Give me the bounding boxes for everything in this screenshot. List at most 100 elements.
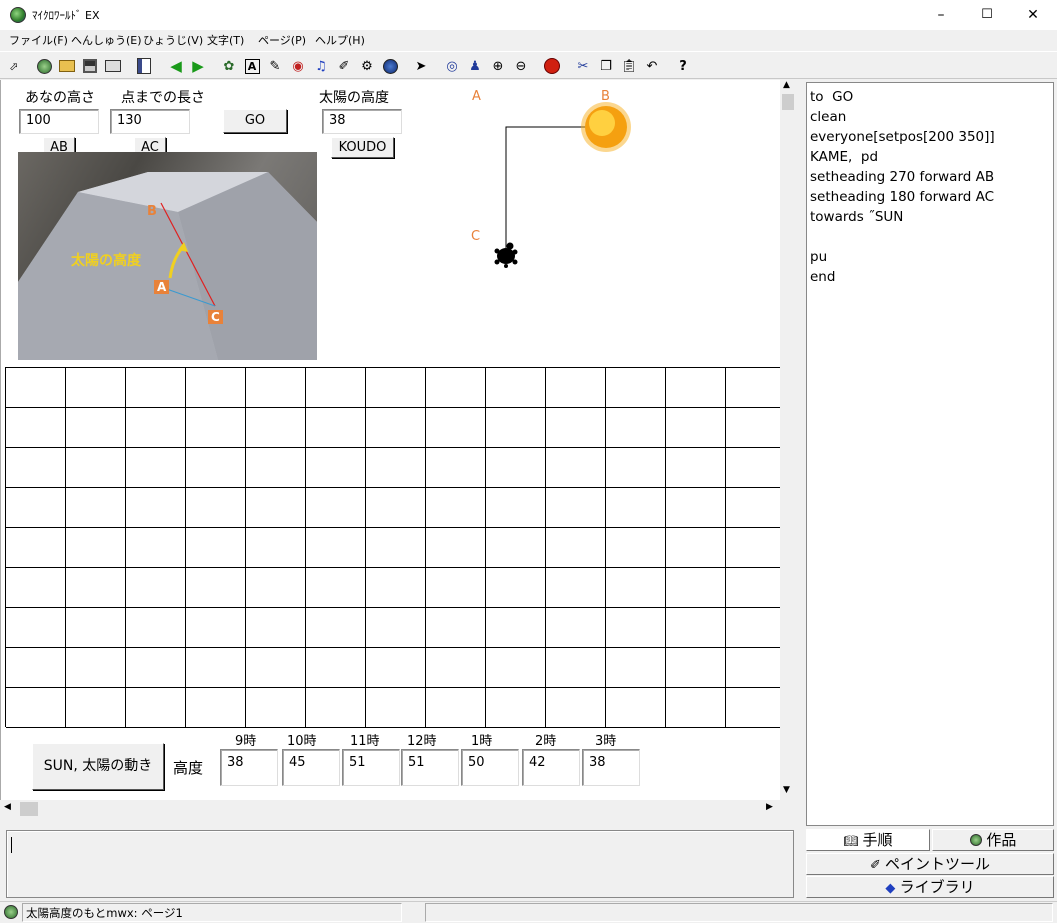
zoom-in-icon[interactable]: ⊕ [488,56,508,76]
tab-paint-tool[interactable]: ✐ ペイントツール [806,853,1054,875]
grid-cell [426,648,486,688]
help-icon[interactable]: ? [673,56,693,76]
grid-cell [486,488,546,528]
grid-cell [126,568,186,608]
grid-cell [606,368,666,408]
turtle-icon[interactable]: ✿ [219,56,239,76]
globe-icon[interactable] [34,56,54,76]
menu-page[interactable]: ページ(P) [258,32,306,48]
save-icon[interactable] [80,56,100,76]
scissors-icon[interactable]: ✂ [573,56,593,76]
zoom-out-icon[interactable]: ⊖ [511,56,531,76]
grid-cell [6,448,66,488]
tab-works[interactable]: 作品 [932,829,1054,851]
grid-cell [606,608,666,648]
pointer-icon[interactable]: ➤ [411,56,431,76]
print-icon[interactable] [103,56,123,76]
menu-help[interactable]: ヘルプ(H) [315,32,365,48]
vertical-scroll-thumb[interactable] [782,94,794,110]
grid-cell [486,528,546,568]
eye-icon[interactable]: ◎ [442,56,462,76]
grid-cell [186,488,246,528]
hour-label: 12時 [407,734,437,749]
grid-cell [186,568,246,608]
grid-cell [66,648,126,688]
pen-icon[interactable]: ✎ [265,56,285,76]
koudo-button[interactable]: KOUDO [331,137,394,158]
message-box[interactable] [6,830,794,898]
altitude-value-field[interactable]: 51 [342,749,400,786]
page-icon[interactable] [134,56,154,76]
projector-icon[interactable]: ⚙ [357,56,377,76]
scroll-up-icon[interactable]: ▲ [783,80,790,90]
grid-cell [726,648,782,688]
photo-label-c: C [208,310,223,324]
grid-cell [306,448,366,488]
undo-icon[interactable]: ↶ [642,56,662,76]
stop-icon[interactable] [542,56,562,76]
grid-cell [66,528,126,568]
grid-cell [546,568,606,608]
grid-cell [606,688,666,728]
altitude-value-field[interactable]: 38 [582,749,640,786]
altitude-value-field[interactable]: 38 [220,749,278,786]
status-secondary [425,903,1053,922]
eye-shape-icon[interactable]: ◉ [288,56,308,76]
grid-cell [246,648,306,688]
back-arrow-icon[interactable]: ◀ [166,56,186,76]
distance-input[interactable]: 130 [110,109,190,134]
altitude-value-field[interactable]: 50 [461,749,519,786]
grid-cell [246,408,306,448]
grid-cell [66,568,126,608]
grid-cell [666,488,726,528]
grid-cell [486,688,546,728]
forward-arrow-icon[interactable]: ▶ [188,56,208,76]
scroll-right-icon[interactable]: ▶ [766,802,773,812]
page-canvas: あなの高さ 100 A B 点までの長さ 130 A C GO 太陽の高度 38 K… [0,80,782,800]
altitude-value-field[interactable]: 45 [282,749,340,786]
hole-height-input[interactable]: 100 [19,109,99,134]
sun-movement-button[interactable]: SUN, 太陽の動き [32,743,164,790]
altitude-value-field[interactable]: 51 [401,749,459,786]
scroll-down-icon[interactable]: ▼ [783,785,790,795]
grid-cell [666,608,726,648]
music-icon[interactable]: ♫ [311,56,331,76]
open-folder-icon[interactable] [57,56,77,76]
status-bar: 太陽高度のもとmwx: ページ1 [0,901,1057,923]
grid-cell [366,448,426,488]
menu-view[interactable]: ひょうじ(V) [143,32,203,48]
horizontal-scrollbar[interactable]: ◀ ▶ [0,800,780,818]
menu-file[interactable]: ファイル(F) [9,32,68,48]
minimize-button[interactable]: – [918,0,964,30]
select-corner-icon[interactable]: ⬀ [4,56,24,76]
tab-library[interactable]: ◆ ライブラリ [806,876,1054,898]
close-button[interactable]: ✕ [1010,0,1056,30]
globe2-icon[interactable] [380,56,400,76]
copy-icon[interactable]: ❐ [596,56,616,76]
grid-cell [546,368,606,408]
go-button[interactable]: GO [223,109,287,133]
sun-altitude-label: 太陽の高度 [319,90,389,106]
horizontal-scroll-thumb[interactable] [20,802,38,816]
altitude-value-field[interactable]: 42 [522,749,580,786]
sun-altitude-input[interactable]: 38 [322,109,402,134]
grid-cell [306,528,366,568]
grid-cell [366,608,426,648]
vertical-scrollbar[interactable]: ▲ ▼ [780,80,797,800]
altitude-label: 高度 [173,759,204,777]
menu-text[interactable]: 文字(T) [207,32,244,48]
tab-procedure[interactable]: 📖︎ 手順 [806,829,930,851]
grid-cell [546,648,606,688]
menu-edit[interactable]: へんしゅう(E) [71,32,142,48]
code-line: setheading 180 forward AC [810,189,995,205]
brush-icon[interactable]: ✐ [334,56,354,76]
distance-label: 点までの長さ [121,90,205,106]
grid-cell [606,488,666,528]
paste-icon[interactable]: 📋︎ [619,56,639,76]
scroll-left-icon[interactable]: ◀ [4,802,11,812]
window-title: ﾏｲｸﾛﾜｰﾙﾄﾞ EX [32,9,100,22]
text-icon[interactable]: A [242,56,262,76]
code-editor[interactable]: to GO clean everyone[setpos[200 350]] KAME,… [806,82,1054,826]
maximize-button[interactable]: ☐ [964,0,1010,30]
stamp-icon[interactable]: ♟ [465,56,485,76]
